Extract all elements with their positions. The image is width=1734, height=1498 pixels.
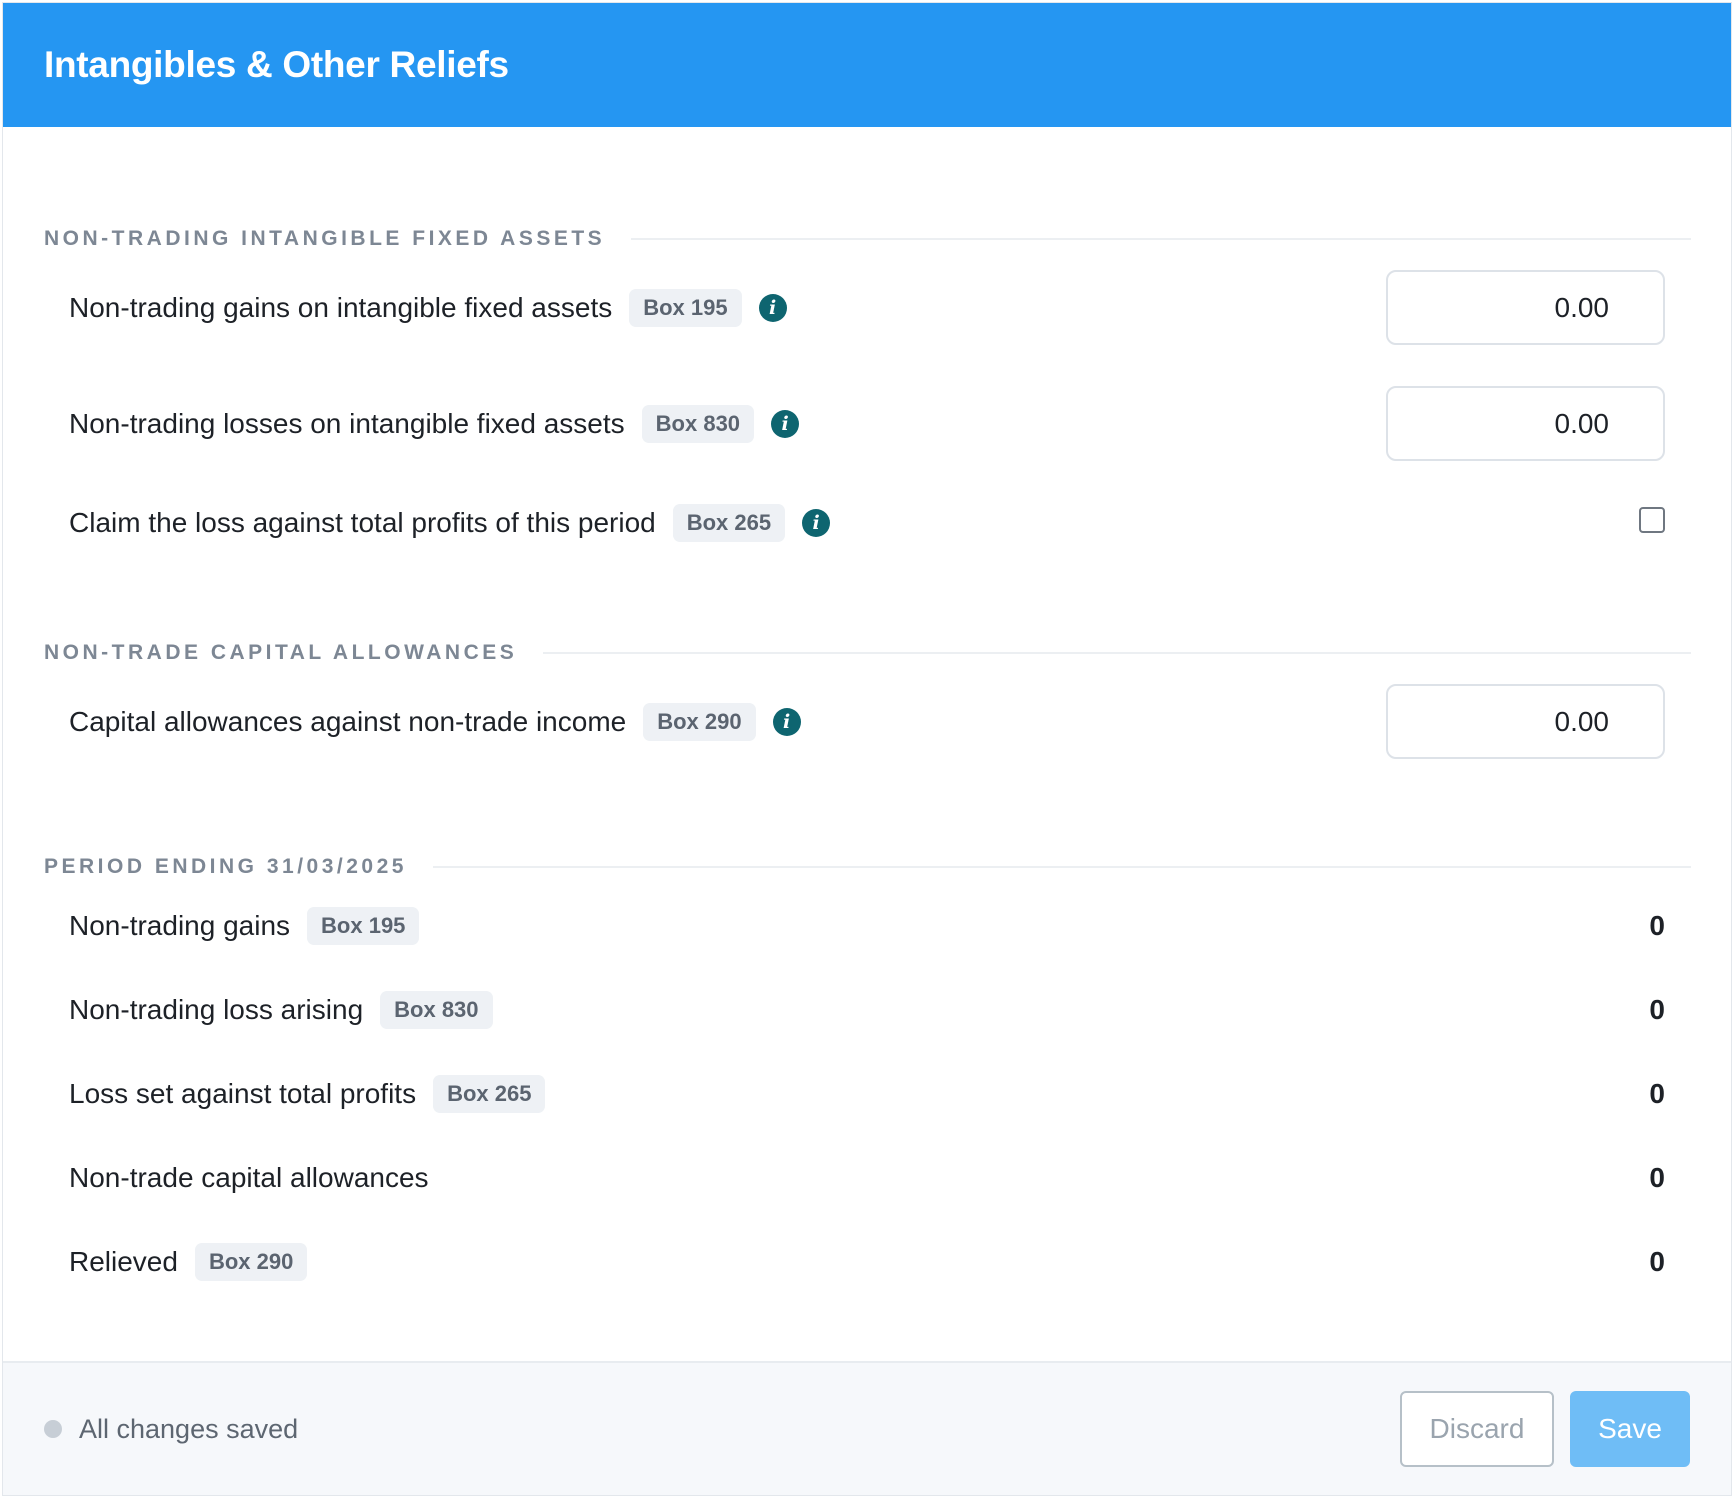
summary-value: 0: [1649, 1162, 1665, 1193]
box-badge: Box 195: [629, 288, 742, 327]
row-non-trading-losses-input: Non-trading losses on intangible fixed a…: [69, 386, 1665, 461]
row-non-trading-gains-input: Non-trading gains on intangible fixed as…: [69, 270, 1665, 345]
section-header-capital: NON-TRADE CAPITAL ALLOWANCES: [44, 641, 1691, 665]
box-badge: Box 290: [194, 1243, 308, 1281]
row-claim-loss: Claim the loss against total profits of …: [69, 504, 1665, 542]
capital-allowances-input[interactable]: [1386, 684, 1665, 759]
summary-value: 0: [1649, 994, 1665, 1025]
summary-label: Non-trade capital allowances: [69, 1162, 429, 1193]
box-badge: Box 265: [672, 504, 786, 542]
summary-value: 0: [1649, 1078, 1665, 1109]
field-label: Claim the loss against total profits of …: [69, 507, 656, 538]
box-badge: Box 830: [380, 991, 493, 1029]
intangibles-panel: Intangibles & Other Reliefs NON-TRADING …: [2, 2, 1732, 1496]
summary-value: 0: [1649, 910, 1665, 941]
panel-footer: All changes saved Discard Save: [3, 1361, 1731, 1495]
summary-row: Loss set against total profits Box 265 0: [69, 1075, 1665, 1113]
section-header-intangibles: NON-TRADING INTANGIBLE FIXED ASSETS: [44, 227, 1691, 251]
info-icon[interactable]: i: [772, 707, 801, 736]
info-icon[interactable]: i: [758, 293, 787, 322]
box-badge: Box 290: [643, 702, 756, 741]
summary-label: Non-trading loss arising: [69, 994, 364, 1025]
section-title: PERIOD ENDING 31/03/2025: [44, 855, 407, 878]
section-title: NON-TRADE CAPITAL ALLOWANCES: [44, 641, 518, 664]
panel-header: Intangibles & Other Reliefs: [3, 3, 1731, 127]
summary-label: Relieved: [69, 1246, 178, 1277]
claim-loss-checkbox[interactable]: [1639, 507, 1665, 533]
summary-row: Non-trading loss arising Box 830 0: [69, 991, 1665, 1029]
status-dot-icon: [44, 1420, 62, 1438]
save-status: All changes saved: [79, 1413, 299, 1444]
summary-row: Relieved Box 290 0: [69, 1243, 1665, 1281]
panel-body: NON-TRADING INTANGIBLE FIXED ASSETS Non-…: [3, 127, 1731, 1363]
summary-label: Non-trading gains: [69, 910, 291, 941]
box-badge: Box 830: [641, 404, 755, 443]
section-divider: [543, 652, 1691, 654]
section-title: NON-TRADING INTANGIBLE FIXED ASSETS: [44, 227, 606, 250]
save-button[interactable]: Save: [1570, 1391, 1690, 1467]
page-title: Intangibles & Other Reliefs: [44, 44, 509, 85]
field-label: Non-trading losses on intangible fixed a…: [69, 407, 625, 439]
field-label: Non-trading gains on intangible fixed as…: [69, 291, 613, 323]
section-header-period: PERIOD ENDING 31/03/2025: [44, 855, 1691, 879]
summary-row: Non-trading gains Box 195 0: [69, 907, 1665, 945]
non-trading-gains-input[interactable]: [1386, 270, 1665, 345]
row-capital-allowances-input: Capital allowances against non-trade inc…: [69, 684, 1665, 759]
section-divider: [432, 866, 1691, 868]
summary-row: Non-trade capital allowances 0: [69, 1159, 1665, 1197]
section-divider: [631, 238, 1691, 240]
box-badge: Box 195: [307, 907, 420, 945]
summary-value: 0: [1649, 1246, 1665, 1277]
box-badge: Box 265: [433, 1075, 546, 1113]
non-trading-losses-input[interactable]: [1386, 386, 1665, 461]
discard-button[interactable]: Discard: [1400, 1391, 1554, 1467]
info-icon[interactable]: i: [802, 509, 831, 537]
summary-label: Loss set against total profits: [69, 1078, 417, 1109]
info-icon[interactable]: i: [771, 409, 800, 438]
field-label: Capital allowances against non-trade inc…: [69, 705, 627, 737]
